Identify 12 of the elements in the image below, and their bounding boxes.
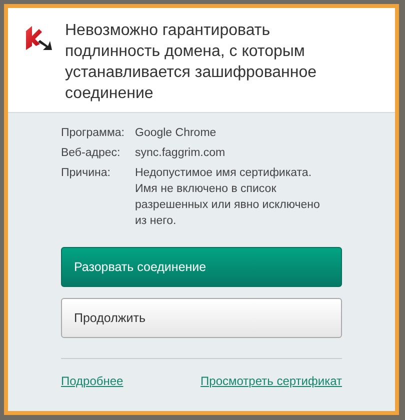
logo-icon (26, 26, 52, 50)
link[interactable]: Просмотреть сертификат (200, 372, 342, 390)
continue-button[interactable]: Продолжить (61, 298, 342, 338)
detail-value: Google Chrome (135, 126, 218, 141)
detail-label: Причина: (61, 166, 112, 181)
disconnect-button[interactable]: Разорвать соединение (61, 247, 342, 287)
detail-value: sync.faggrim.com (135, 146, 226, 161)
detail-label: Веб-адрес: (61, 146, 122, 161)
detail-value: Недопустимое имя сертификата. Имя не включено в список разрешенных или явно исключено из него. (135, 166, 321, 229)
link[interactable]: Подробнее (61, 372, 124, 390)
dialog-title: Невозможно гарантировать подлинность домена, с которым устанавливается зашифрованное соединение (65, 21, 318, 104)
detail-label: Программа: (61, 126, 126, 141)
